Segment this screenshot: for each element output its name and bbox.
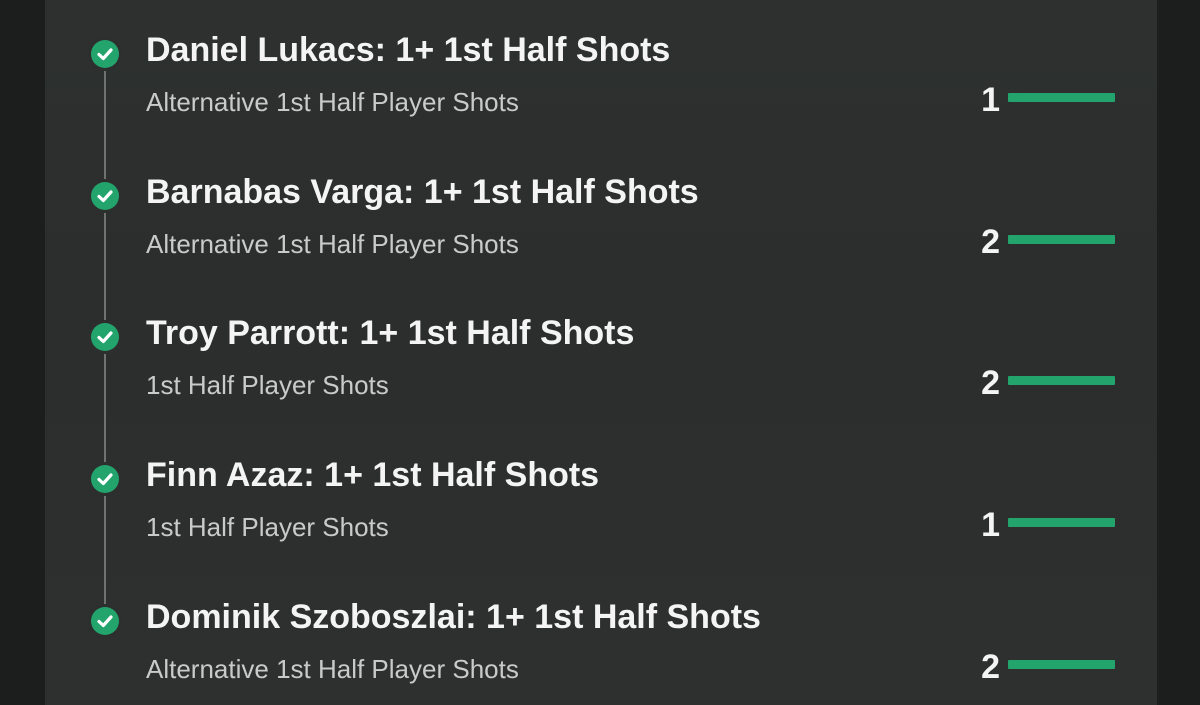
leg-stat-value: 1 <box>981 81 1000 119</box>
leg-market: 1st Half Player Shots <box>146 370 389 400</box>
leg-title: Barnabas Varga: 1+ 1st Half Shots <box>146 173 699 211</box>
leg-title: Finn Azaz: 1+ 1st Half Shots <box>146 456 600 494</box>
check-circle-icon <box>91 323 119 351</box>
leg-stat-value: 2 <box>981 364 1000 402</box>
leg-progress-bar <box>1008 235 1115 244</box>
leg-title: Daniel Lukacs: 1+ 1st Half Shots <box>146 31 671 69</box>
leg-progress-bar <box>1008 660 1115 669</box>
leg-row-1: Daniel Lukacs: 1+ 1st Half Shots Alterna… <box>0 0 1200 119</box>
leg-title: Troy Parrott: 1+ 1st Half Shots <box>146 314 635 352</box>
leg-row-4: Finn Azaz: 1+ 1st Half Shots 1st Half Pl… <box>0 425 1200 544</box>
leg-progress-bar <box>1008 518 1115 527</box>
leg-stat-value: 2 <box>981 648 1000 686</box>
leg-row-5: Dominik Szoboszlai: 1+ 1st Half Shots Al… <box>0 567 1200 686</box>
leg-row-2: Barnabas Varga: 1+ 1st Half Shots Altern… <box>0 142 1200 261</box>
leg-progress-bar <box>1008 93 1115 102</box>
page: Daniel Lukacs: 1+ 1st Half Shots Alterna… <box>0 0 1200 705</box>
leg-stat-value: 2 <box>981 223 1000 261</box>
leg-stat-value: 1 <box>981 506 1000 544</box>
leg-title: Dominik Szoboszlai: 1+ 1st Half Shots <box>146 598 761 636</box>
leg-progress-bar <box>1008 376 1115 385</box>
leg-market: Alternative 1st Half Player Shots <box>146 87 519 117</box>
leg-market: Alternative 1st Half Player Shots <box>146 229 519 259</box>
leg-market: Alternative 1st Half Player Shots <box>146 654 519 684</box>
leg-row-3: Troy Parrott: 1+ 1st Half Shots 1st Half… <box>0 283 1200 402</box>
check-circle-icon <box>91 40 119 68</box>
check-circle-icon <box>91 465 119 493</box>
leg-market: 1st Half Player Shots <box>146 512 389 542</box>
check-circle-icon <box>91 182 119 210</box>
check-circle-icon <box>91 607 119 635</box>
